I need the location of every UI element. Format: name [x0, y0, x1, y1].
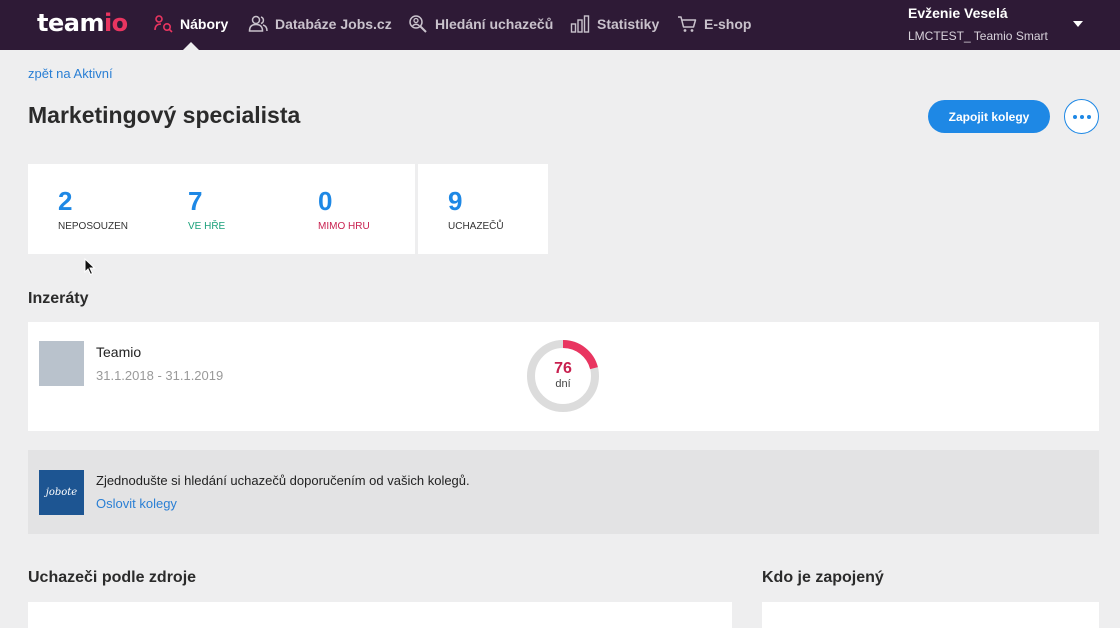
sources-section-title: Uchazeči podle zdroje [28, 569, 197, 586]
ellipsis-icon [1072, 114, 1077, 119]
days-unit: dní [555, 378, 571, 390]
ad-thumbnail [39, 341, 84, 386]
ads-section-title: Inzeráty [28, 290, 89, 307]
nav-item-hledani[interactable]: Hledání uchazečů [408, 14, 553, 34]
days-value: 76 [554, 360, 572, 377]
page-title: Marketingový specialista [28, 102, 301, 128]
nav-label: Hledání uchazečů [435, 16, 554, 32]
involved-section-title: Kdo je zapojený [762, 569, 884, 586]
user-company: LMCTEST_ Teamio Smart [908, 29, 1048, 43]
search-people-icon [408, 14, 428, 34]
stat-value: 0 [318, 186, 333, 216]
stat-value: 2 [58, 186, 73, 216]
candidate-stats-card: 2 NEPOSOUZEN 7 VE HŘE 0 MIMO HRU [28, 164, 415, 254]
nav-label: E-shop [704, 16, 752, 32]
nav-item-statistiky[interactable]: Statistiky [570, 14, 659, 34]
stat-value: 7 [188, 186, 203, 216]
people-icon [248, 14, 268, 34]
ad-card[interactable]: Teamio 31.1.2018 - 31.1.2019 76 dní [28, 322, 1099, 431]
nav-label: Statistiky [597, 16, 660, 32]
logo-text-part1: team [37, 9, 104, 37]
nav-item-databaze[interactable]: Databáze Jobs.cz [248, 14, 392, 34]
ellipsis-icon [1086, 114, 1091, 119]
referral-promo-banner: jobote Zjednodušte si hledání uchazečů d… [28, 450, 1099, 534]
top-navigation-bar: teamio Nábory Databáze Jobs.cz Hledání u… [0, 0, 1120, 50]
mouse-cursor-icon [84, 257, 96, 281]
involved-panel [762, 602, 1099, 628]
nav-item-eshop[interactable]: E-shop [677, 14, 751, 34]
nav-label: Databáze Jobs.cz [275, 16, 392, 32]
stat-label: VE HŘE [188, 221, 226, 232]
jobote-logo: jobote [39, 470, 84, 515]
teamio-logo[interactable]: teamio [37, 9, 128, 37]
stat-label: UCHAZEČŮ [448, 221, 504, 232]
sources-panel [28, 602, 732, 628]
invite-colleagues-button[interactable]: Zapojit kolegy [928, 100, 1050, 133]
bar-chart-icon [570, 14, 590, 34]
ask-colleagues-link[interactable]: Oslovit kolegy [96, 496, 177, 511]
cart-icon [677, 14, 697, 34]
back-link[interactable]: zpět na Aktivní [28, 66, 113, 81]
stat-label: NEPOSOUZEN [58, 221, 129, 232]
ad-name[interactable]: Teamio [96, 344, 141, 360]
recruitment-icon [153, 14, 173, 34]
ellipsis-icon [1079, 114, 1084, 119]
nav-label: Nábory [180, 16, 229, 32]
user-name[interactable]: Evženie Veselá [908, 5, 1008, 21]
stat-total-candidates[interactable]: 9 UCHAZEČŮ [418, 164, 548, 254]
more-options-button[interactable] [1064, 99, 1099, 134]
promo-text: Zjednodušte si hledání uchazečů doporuče… [96, 473, 470, 488]
logo-text-part2: io [103, 9, 128, 37]
stat-value: 9 [448, 186, 463, 216]
stat-label: MIMO HRU [318, 221, 370, 232]
active-nav-indicator [183, 42, 199, 50]
ad-dates: 31.1.2018 - 31.1.2019 [96, 368, 224, 383]
user-menu-chevron-down-icon[interactable] [1073, 21, 1083, 27]
nav-item-nabory[interactable]: Nábory [153, 14, 228, 34]
